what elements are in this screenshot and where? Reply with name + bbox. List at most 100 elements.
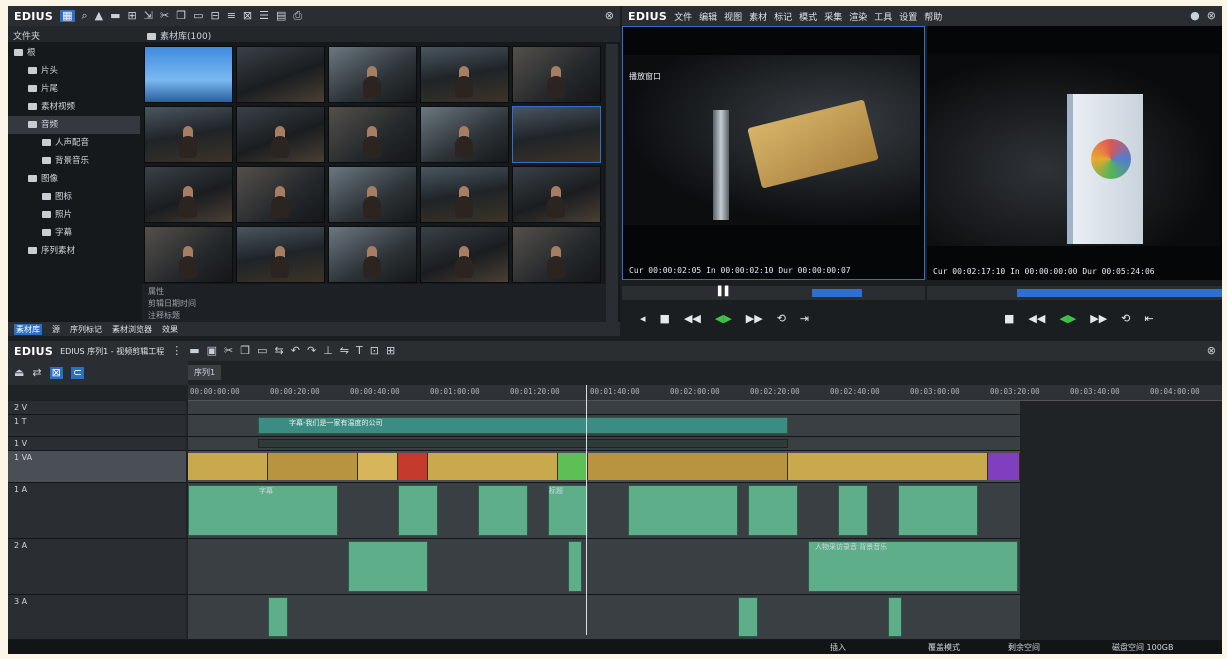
track-2a[interactable]: 人物采访录音 背景音乐: [188, 539, 1020, 595]
rewind-icon[interactable]: ◀◀: [1028, 312, 1045, 325]
window-close-icon[interactable]: ⊗: [1207, 10, 1216, 22]
close-icon[interactable]: ⊗: [605, 10, 614, 22]
clip-thumbnail[interactable]: [420, 226, 509, 283]
clip-thumbnail[interactable]: [328, 226, 417, 283]
tab-sequence[interactable]: 序列1: [188, 365, 222, 380]
tree-item-root[interactable]: 根: [8, 44, 140, 62]
recorder-scrubber[interactable]: [927, 286, 1222, 300]
track-3a[interactable]: [188, 595, 1020, 640]
clip-thumbnail[interactable]: [144, 226, 233, 283]
clip-thumbnail[interactable]: [236, 226, 325, 283]
play-icon[interactable]: ◀▶: [1059, 312, 1076, 325]
track-1v[interactable]: [188, 437, 1020, 451]
play-icon[interactable]: ◀▶: [715, 312, 732, 325]
track-label-1va[interactable]: 1 VA: [8, 451, 186, 483]
tree-item[interactable]: 片头: [8, 62, 140, 80]
clip-thumbnail[interactable]: [144, 46, 233, 103]
menu-tools[interactable]: 工具: [874, 10, 892, 23]
redo-icon[interactable]: ↷: [307, 345, 316, 357]
player-monitor[interactable]: 播放窗口 Cur 00:00:02:05 In 00:00:02:10 Dur …: [622, 26, 925, 280]
render-icon[interactable]: ⊞: [386, 345, 395, 357]
tree-item[interactable]: 字幕: [8, 224, 140, 242]
audio-clip[interactable]: [568, 541, 582, 592]
view-mode-icon[interactable]: ▤: [276, 10, 286, 22]
add-clip-icon[interactable]: ⊞: [128, 10, 137, 22]
tree-item[interactable]: 图像: [8, 170, 140, 188]
tree-item[interactable]: 照片: [8, 206, 140, 224]
group-icon[interactable]: ⊂: [70, 367, 85, 379]
menu-settings[interactable]: 设置: [899, 10, 917, 23]
track-label-1a[interactable]: 1 A: [8, 483, 186, 539]
tree-item[interactable]: 人声配音: [8, 134, 140, 152]
clip-thumbnail[interactable]: [512, 106, 601, 163]
track-label-2a[interactable]: 2 A: [8, 539, 186, 595]
marker-clip[interactable]: [398, 453, 428, 480]
tab-effect[interactable]: 效果: [162, 324, 178, 335]
title-icon[interactable]: T: [356, 345, 363, 357]
video-clip[interactable]: [588, 453, 788, 480]
tree-item[interactable]: 素材视频: [8, 98, 140, 116]
tree-item[interactable]: 图标: [8, 188, 140, 206]
snap-icon[interactable]: ⏏: [14, 367, 24, 379]
tab-sequence-marker[interactable]: 序列标记: [70, 324, 102, 335]
menu-file[interactable]: 文件: [674, 10, 692, 23]
track-label-1t[interactable]: 1 T: [8, 415, 186, 437]
music-clip[interactable]: 人物采访录音 背景音乐: [808, 541, 1018, 592]
menu-clip[interactable]: 素材: [749, 10, 767, 23]
fast-forward-icon[interactable]: ▶▶: [746, 312, 763, 325]
loop-icon[interactable]: ⟲: [1121, 312, 1130, 325]
track-1va[interactable]: [188, 451, 1020, 483]
track-label-2v[interactable]: 2 V: [8, 401, 186, 415]
bin-scrollbar[interactable]: [606, 44, 618, 322]
set-in-icon[interactable]: ◂: [640, 312, 646, 325]
clip-thumbnail[interactable]: [236, 46, 325, 103]
track-1a[interactable]: 字幕 标题: [188, 483, 1020, 539]
playhead[interactable]: [586, 385, 587, 635]
clip-thumbnail[interactable]: [144, 106, 233, 163]
menu-render[interactable]: 渲染: [849, 10, 867, 23]
properties-icon[interactable]: ≡: [227, 10, 236, 22]
open-icon[interactable]: ▬: [189, 345, 199, 357]
audio-clip[interactable]: [738, 597, 758, 637]
menu-edit[interactable]: 编辑: [699, 10, 717, 23]
delete-icon[interactable]: ⊠: [243, 10, 252, 22]
video-clip[interactable]: [188, 453, 268, 480]
audio-clip[interactable]: [898, 485, 978, 536]
track-label-1v[interactable]: 1 V: [8, 437, 186, 451]
clip-thumbnail[interactable]: [512, 226, 601, 283]
settings-icon[interactable]: ●: [1190, 10, 1200, 22]
time-ruler[interactable]: 00:00:00:00 00:00:20:00 00:00:40:00 00:0…: [188, 385, 1222, 401]
new-folder-icon[interactable]: ▬: [110, 10, 120, 22]
audio-clip[interactable]: [748, 485, 798, 536]
video-clip[interactable]: [558, 453, 588, 480]
audio-clip[interactable]: [398, 485, 438, 536]
clip-thumbnail[interactable]: [144, 166, 233, 223]
player-in-marker[interactable]: ▌▌: [718, 287, 732, 297]
import-icon[interactable]: ⇲: [144, 10, 153, 22]
audio-clip[interactable]: [838, 485, 868, 536]
tree-item[interactable]: 背景音乐: [8, 152, 140, 170]
video-clip[interactable]: [988, 453, 1020, 480]
stop-icon[interactable]: ■: [660, 312, 670, 325]
clip-thumbnail[interactable]: [236, 166, 325, 223]
paste-icon[interactable]: ▭: [257, 345, 267, 357]
track-label-3a[interactable]: 3 A: [8, 595, 186, 640]
audio-clip[interactable]: [478, 485, 528, 536]
video-clip[interactable]: [788, 453, 988, 480]
audio-clip[interactable]: [348, 541, 428, 592]
ripple-icon[interactable]: ⇋: [340, 345, 349, 357]
cut-icon[interactable]: ✂: [160, 10, 169, 22]
audio-clip[interactable]: [628, 485, 738, 536]
audio-clip[interactable]: [268, 597, 288, 637]
menu-marker[interactable]: 标记: [774, 10, 792, 23]
track-1t[interactable]: 字幕-我们是一家有温度的公司: [188, 415, 1020, 437]
search-icon[interactable]: ⌕: [82, 10, 88, 22]
menu-view[interactable]: 视图: [724, 10, 742, 23]
undo-icon[interactable]: ↶: [291, 345, 300, 357]
fast-forward-icon[interactable]: ▶▶: [1090, 312, 1107, 325]
video-clip[interactable]: [428, 453, 558, 480]
stop-icon[interactable]: ■: [1004, 312, 1014, 325]
tab-source[interactable]: 源: [52, 324, 60, 335]
folder-view-icon[interactable]: ▦: [60, 10, 75, 22]
audio-clip[interactable]: 标题: [548, 485, 588, 536]
